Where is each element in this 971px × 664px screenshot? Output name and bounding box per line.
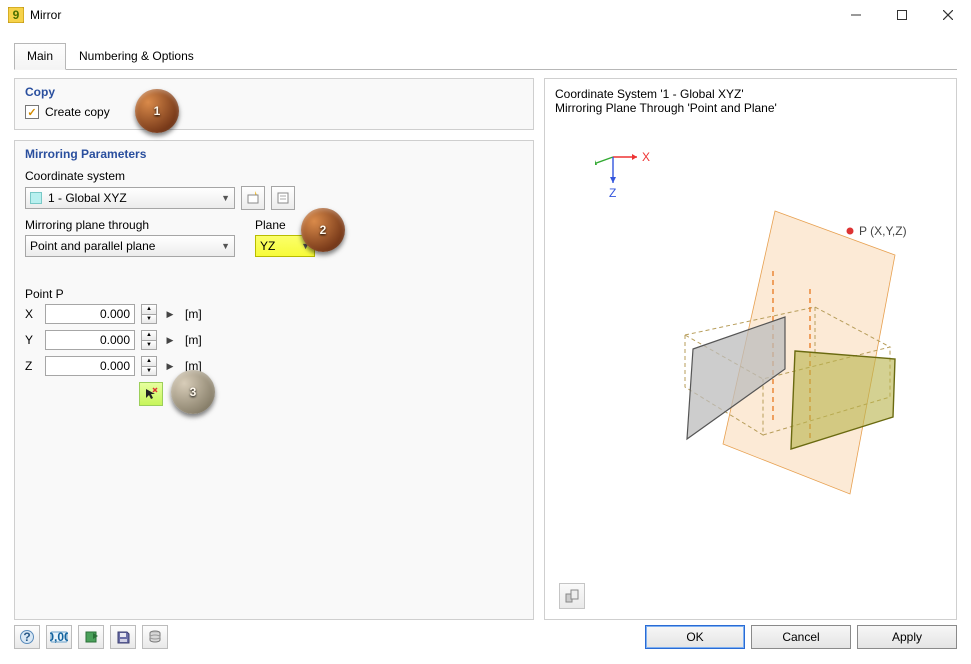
apply-button[interactable]: Apply [857,625,957,649]
annotation-badge-2: 2 [301,208,345,252]
mirroring-plane-through-value: Point and parallel plane [30,239,155,253]
coord-system-label: Coordinate system [25,169,523,183]
apply-label: Apply [892,630,922,644]
coord-system-dropdown[interactable]: 1 - Global XYZ ▼ [25,187,235,209]
database-button[interactable] [142,625,168,649]
cancel-button[interactable]: Cancel [751,625,851,649]
tab-label: Main [27,49,53,63]
point-y-spinner[interactable]: ▲▼ [141,330,157,350]
reload-button[interactable] [78,625,104,649]
chevron-down-icon: ▼ [221,241,230,251]
dialog-footer: ? 0,00 OK Cancel Apply [0,620,971,654]
svg-text:P (X,Y,Z): P (X,Y,Z) [859,224,907,238]
point-x-row: X ▲▼ ▶ [m] [25,304,523,324]
mirroring-plane-through-label: Mirroring plane through [25,218,235,232]
preview-view-button[interactable] [559,583,585,609]
coord-system-swatch [30,192,42,204]
plane-value: YZ [260,239,275,253]
point-z-label: Z [25,359,39,373]
svg-text:X: X [642,150,650,164]
point-y-step-button[interactable]: ▶ [163,330,177,350]
pick-point-button[interactable] [139,382,163,406]
coord-system-value: 1 - Global XYZ [48,191,127,205]
point-z-row: Z ▲▼ ▶ [m] [25,356,523,376]
point-z-spinner[interactable]: ▲▼ [141,356,157,376]
point-p-label: Point P [25,287,523,301]
point-y-input[interactable] [45,330,135,350]
preview-text-2: Mirroring Plane Through 'Point and Plane… [555,101,946,115]
create-copy-checkbox[interactable]: ✓ [25,105,39,119]
preview-text-1: Coordinate System '1 - Global XYZ' [555,87,946,101]
point-x-input[interactable] [45,304,135,324]
chevron-down-icon: ▼ [221,193,230,203]
panel-header-params: Mirroring Parameters [25,147,523,161]
window-title: Mirror [30,8,61,22]
ok-label: OK [686,630,703,644]
edit-coord-system-button[interactable] [271,186,295,210]
point-z-step-button[interactable]: ▶ [163,356,177,376]
tab-numbering-options[interactable]: Numbering & Options [66,43,207,70]
svg-text:0,00: 0,00 [50,630,68,644]
titlebar: 9 Mirror [0,0,971,30]
mirroring-plane-through-dropdown[interactable]: Point and parallel plane ▼ [25,235,235,257]
annotation-badge-1: 1 [135,89,179,133]
point-x-unit: [m] [185,307,202,321]
close-button[interactable] [925,0,971,30]
create-copy-label: Create copy [45,105,110,119]
maximize-button[interactable] [879,0,925,30]
save-button[interactable] [110,625,136,649]
panel-mirroring-parameters: Mirroring Parameters Coordinate system 1… [14,140,534,620]
svg-text:9: 9 [13,8,20,22]
panel-header-copy: Copy [25,85,523,99]
cancel-label: Cancel [782,630,819,644]
point-x-label: X [25,307,39,321]
point-x-step-button[interactable]: ▶ [163,304,177,324]
app-icon: 9 [8,7,24,23]
point-y-unit: [m] [185,333,202,347]
preview-diagram: X Y Z P (X,Y,Z) [595,139,935,569]
svg-text:Z: Z [609,186,616,200]
point-y-label: Y [25,333,39,347]
units-button[interactable]: 0,00 [46,625,72,649]
minimize-button[interactable] [833,0,879,30]
panel-copy: Copy ✓ Create copy 1 [14,78,534,130]
point-y-row: Y ▲▼ ▶ [m] [25,330,523,350]
tabstrip: Main Numbering & Options [14,42,957,70]
point-x-spinner[interactable]: ▲▼ [141,304,157,324]
ok-button[interactable]: OK [645,625,745,649]
annotation-badge-3: 3 [171,370,215,414]
tab-label: Numbering & Options [79,49,194,63]
point-z-input[interactable] [45,356,135,376]
new-coord-system-button[interactable] [241,186,265,210]
help-button[interactable]: ? [14,625,40,649]
svg-text:?: ? [23,630,30,644]
tab-main[interactable]: Main [14,43,66,70]
panel-preview: Coordinate System '1 - Global XYZ' Mirro… [544,78,957,620]
